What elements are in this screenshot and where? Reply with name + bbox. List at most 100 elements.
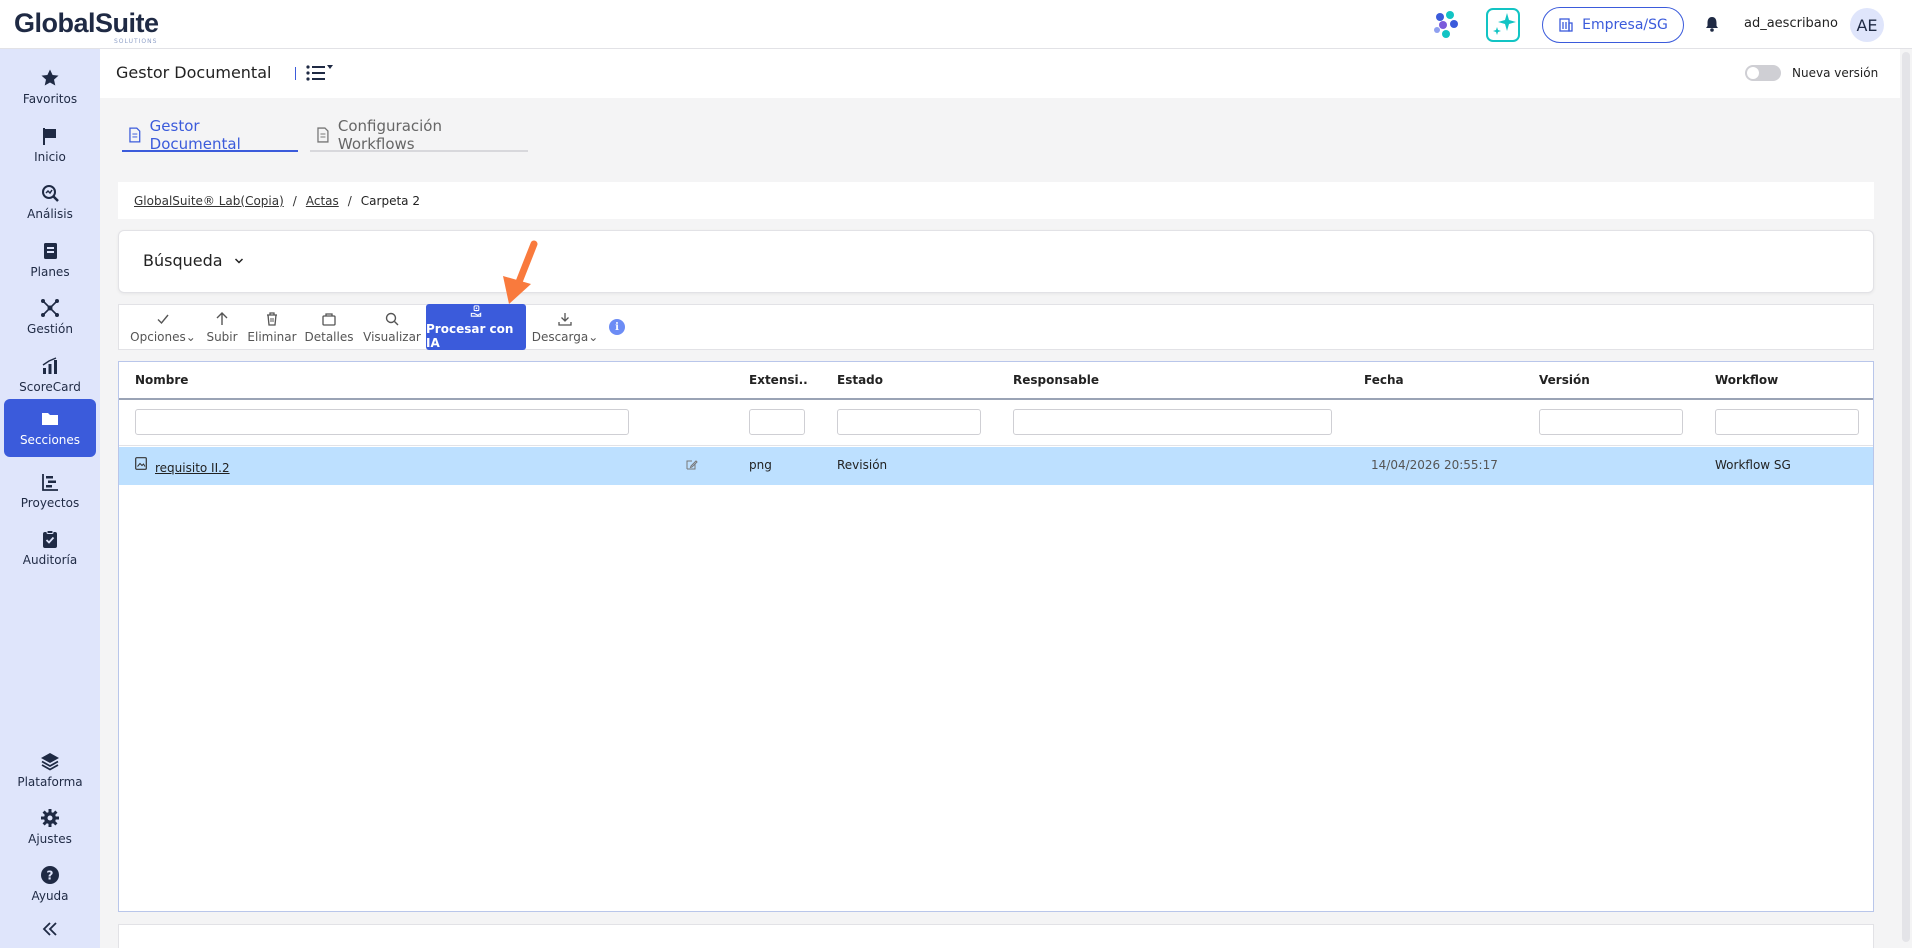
tab-label: Configuración Workflows bbox=[337, 117, 442, 153]
process-with-ai-label: Procesar con IA bbox=[426, 322, 514, 350]
filter-estado-input[interactable] bbox=[837, 409, 981, 435]
image-file-icon bbox=[135, 457, 147, 470]
download-button[interactable]: Descarga⌄ bbox=[529, 305, 601, 349]
upload-label: Subir bbox=[206, 329, 238, 344]
column-header-nombre[interactable]: Nombre bbox=[135, 373, 188, 387]
sidebar-item-secciones[interactable]: Secciones bbox=[4, 399, 96, 457]
company-selector-button[interactable]: Empresa/SG bbox=[1542, 7, 1684, 43]
sidebar-item-inicio[interactable]: Inicio bbox=[4, 116, 96, 172]
sidebar-item-label: Secciones bbox=[19, 433, 81, 447]
breadcrumb-item-actas[interactable]: Actas bbox=[306, 194, 339, 208]
top-bar: GlobalSuite SOLUTIONS Empresa/SG ad_aesc… bbox=[0, 0, 1912, 49]
sidebar-item-label: Proyectos bbox=[20, 496, 80, 510]
sidebar-item-label: Ayuda bbox=[31, 889, 69, 903]
filter-responsable-input[interactable] bbox=[1013, 409, 1332, 435]
breadcrumb: GlobalSuite® Lab(Copia) / Actas / Carpet… bbox=[118, 182, 1874, 219]
page-title: Gestor Documental bbox=[116, 63, 272, 82]
ai-hand-icon bbox=[470, 305, 482, 317]
new-version-label: Nueva versión bbox=[1792, 66, 1879, 80]
tab-label: Gestor Documental bbox=[149, 117, 241, 153]
network-icon bbox=[41, 299, 59, 317]
flag-icon bbox=[43, 128, 56, 145]
documents-table: Nombre Extensi... Estado Responsable Fec… bbox=[118, 361, 1874, 912]
list-view-icon[interactable] bbox=[305, 63, 335, 83]
chevron-down-icon bbox=[234, 257, 243, 264]
sidebar-item-ajustes[interactable]: Ajustes bbox=[4, 798, 96, 854]
column-header-fecha[interactable]: Fecha bbox=[1364, 373, 1404, 387]
analysis-icon bbox=[42, 185, 59, 202]
tab-gestor-documental[interactable]: Gestor Documental bbox=[122, 117, 298, 153]
column-header-estado[interactable]: Estado bbox=[837, 373, 883, 387]
header-divider bbox=[295, 67, 296, 80]
search-panel: Búsqueda bbox=[118, 230, 1874, 293]
sidebar-item-proyectos[interactable]: Proyectos bbox=[4, 462, 96, 518]
sidebar-item-planes[interactable]: Planes bbox=[4, 231, 96, 287]
svg-text:?: ? bbox=[47, 869, 54, 883]
clipboard-check-icon bbox=[43, 530, 57, 548]
help-icon: ? bbox=[41, 866, 59, 884]
breadcrumb-item-lab[interactable]: GlobalSuite® Lab(Copia) bbox=[134, 194, 284, 208]
table-row[interactable]: requisito II.2 png Revisión 14/04/2026 2… bbox=[119, 447, 1873, 485]
sidebar-item-label: Inicio bbox=[34, 150, 66, 164]
sidebar-item-scorecard[interactable]: ScoreCard bbox=[4, 346, 96, 402]
document-name-link[interactable]: requisito II.2 bbox=[155, 461, 230, 475]
layers-icon bbox=[41, 753, 59, 771]
column-header-workflow[interactable]: Workflow bbox=[1715, 373, 1778, 387]
breadcrumb-separator: / bbox=[347, 193, 352, 208]
delete-button[interactable]: Eliminar bbox=[247, 305, 297, 349]
column-header-extension[interactable]: Extensi... bbox=[749, 373, 809, 387]
page-header: Gestor Documental Nueva versión bbox=[100, 49, 1900, 98]
filter-version-input[interactable] bbox=[1539, 409, 1683, 435]
options-button[interactable]: Opciones⌄ bbox=[129, 305, 197, 349]
sidebar-item-plataforma[interactable]: Plataforma bbox=[4, 741, 96, 797]
collapse-sidebar-icon[interactable] bbox=[40, 919, 60, 939]
gantt-icon bbox=[42, 474, 58, 491]
sidebar: Favoritos Inicio Análisis Planes Gestión… bbox=[0, 49, 100, 948]
details-button[interactable]: Detalles bbox=[304, 305, 354, 349]
sidebar-item-favoritos[interactable]: Favoritos bbox=[4, 58, 96, 114]
sidebar-item-label: Plataforma bbox=[17, 775, 83, 789]
avatar[interactable]: AE bbox=[1850, 8, 1884, 42]
sidebar-item-auditoria[interactable]: Auditoría bbox=[4, 519, 96, 575]
folder-icon bbox=[42, 413, 58, 425]
document-icon bbox=[317, 127, 329, 143]
search-toggle[interactable]: Búsqueda bbox=[143, 251, 245, 270]
cell-fecha: 14/04/2026 20:55:17 bbox=[1371, 458, 1498, 472]
logo-subtext: SOLUTIONS bbox=[114, 38, 158, 45]
building-icon bbox=[1559, 18, 1573, 32]
delete-label: Eliminar bbox=[247, 329, 297, 344]
search-icon bbox=[385, 312, 399, 325]
upload-button[interactable]: Subir bbox=[206, 305, 238, 349]
username[interactable]: ad_aescribano bbox=[1744, 16, 1838, 31]
breadcrumb-item-current: Carpeta 2 bbox=[360, 193, 420, 208]
process-with-ai-button[interactable]: Procesar con IA bbox=[426, 304, 526, 350]
visualize-button[interactable]: Visualizar bbox=[362, 305, 422, 349]
page-scrollbar[interactable] bbox=[1902, 52, 1910, 942]
pointer-arrow-annotation bbox=[503, 240, 538, 304]
ai-assistant-icon[interactable] bbox=[1486, 8, 1520, 42]
globalsuite-logo[interactable]: GlobalSuite SOLUTIONS bbox=[14, 8, 159, 45]
filter-nombre-input[interactable] bbox=[135, 409, 629, 435]
sidebar-item-gestion[interactable]: Gestión bbox=[4, 288, 96, 344]
apps-icon[interactable] bbox=[1430, 8, 1464, 42]
sidebar-item-ayuda[interactable]: ? Ayuda bbox=[4, 855, 96, 911]
bell-icon[interactable] bbox=[1703, 15, 1721, 33]
sidebar-item-label: Auditoría bbox=[22, 553, 78, 567]
column-header-version[interactable]: Versión bbox=[1539, 373, 1590, 387]
visualize-label: Visualizar bbox=[363, 329, 421, 344]
filter-extension-input[interactable] bbox=[749, 409, 805, 435]
sidebar-item-analisis[interactable]: Análisis bbox=[4, 173, 96, 229]
star-icon bbox=[41, 69, 59, 86]
tab-configuracion-workflows[interactable]: Configuración Workflows bbox=[310, 117, 528, 153]
sidebar-item-label: Planes bbox=[30, 265, 70, 279]
info-icon[interactable]: i bbox=[609, 319, 625, 335]
filter-row bbox=[119, 400, 1873, 446]
new-version-toggle[interactable] bbox=[1745, 65, 1781, 81]
column-header-responsable[interactable]: Responsable bbox=[1013, 373, 1099, 387]
table-header: Nombre Extensi... Estado Responsable Fec… bbox=[119, 362, 1873, 400]
table-footer bbox=[118, 924, 1874, 948]
edit-document-icon[interactable] bbox=[685, 458, 698, 471]
filter-workflow-input[interactable] bbox=[1715, 409, 1859, 435]
sidebar-item-label: Favoritos bbox=[22, 92, 78, 106]
trash-icon bbox=[267, 311, 277, 326]
